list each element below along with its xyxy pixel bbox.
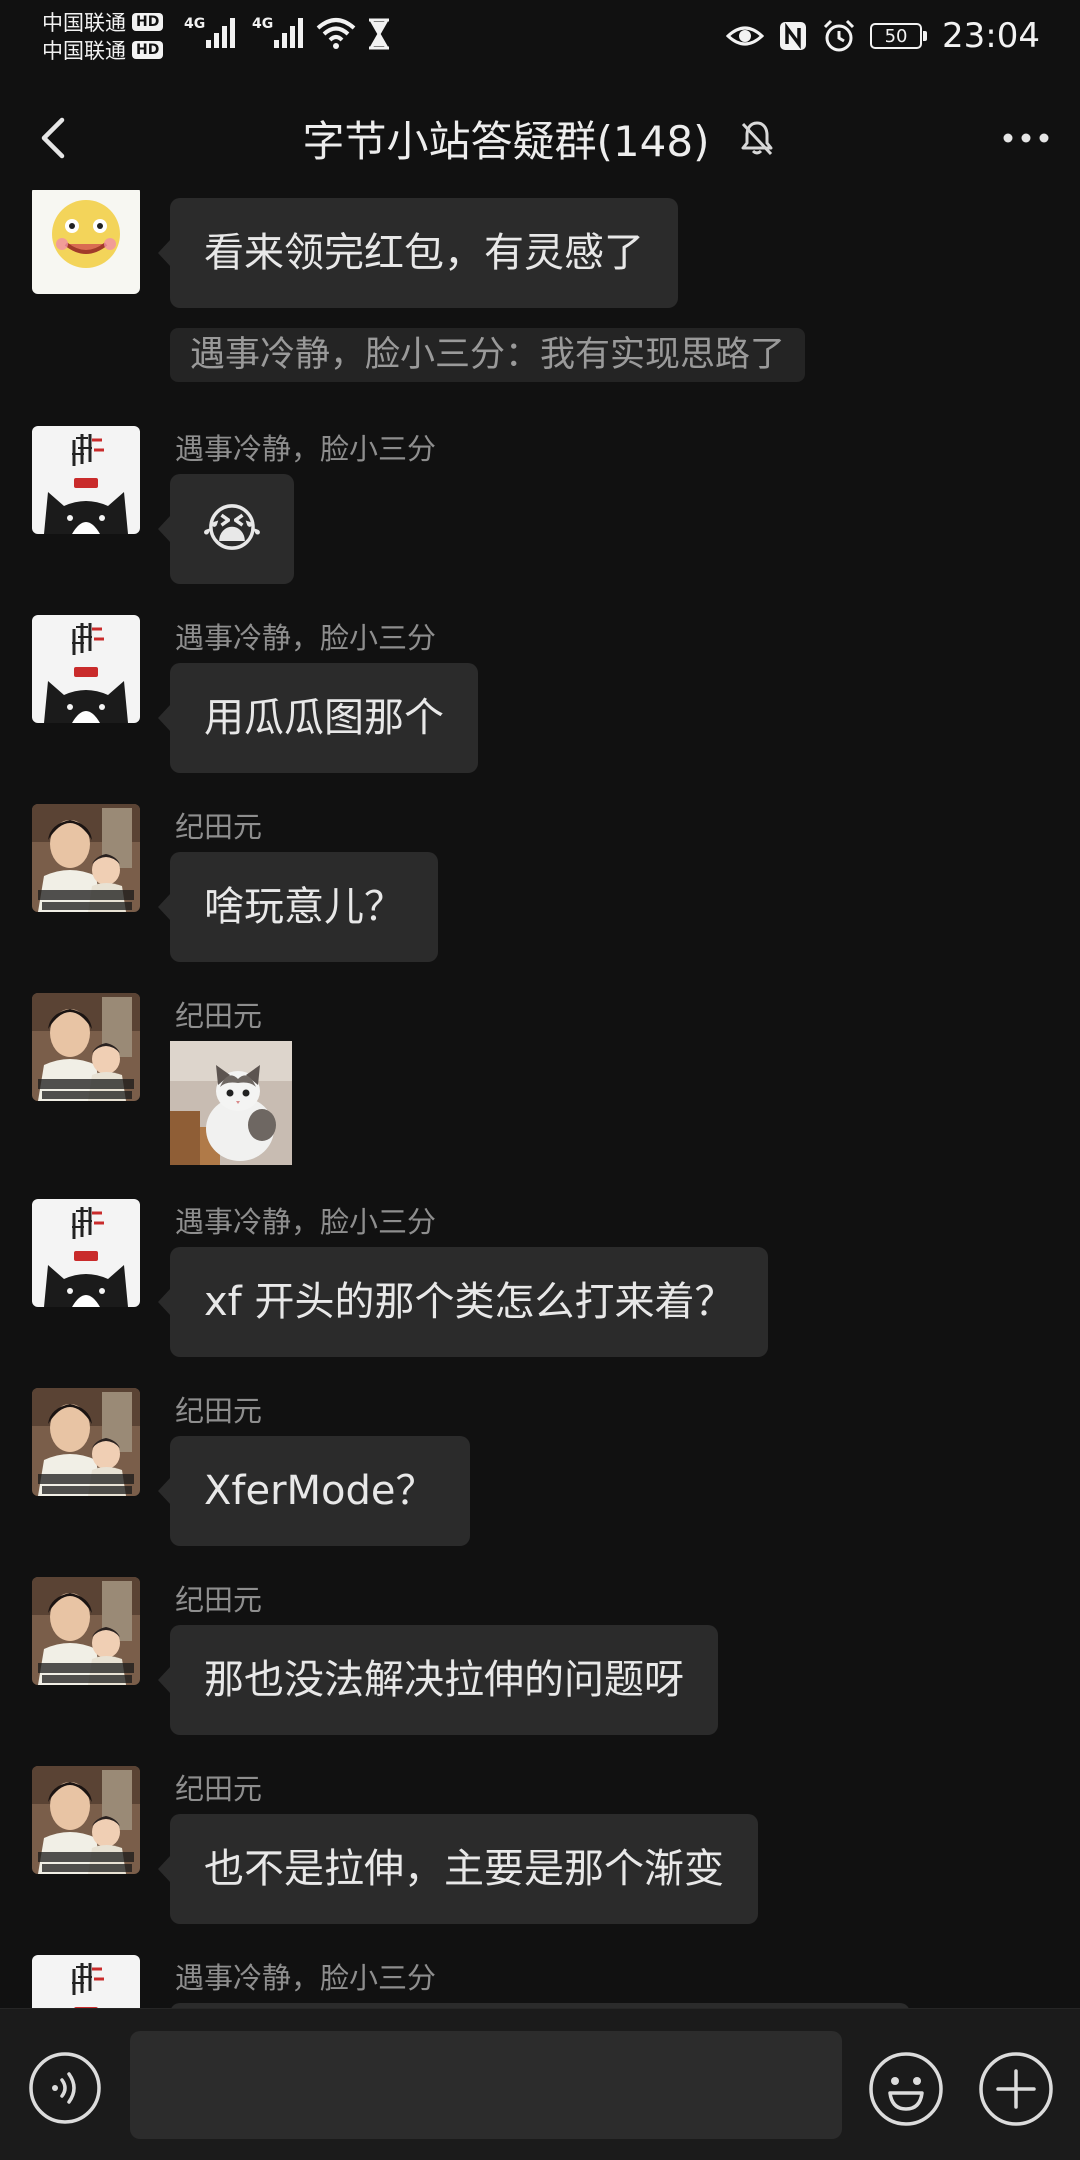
battery-icon: 50 [870,23,928,49]
message-bubble[interactable]: XferMode？ [158,1436,470,1546]
message-item: 遇事冷静，脸小三分 😭 [0,426,1080,586]
sender-avatar-image [32,190,140,294]
sender-avatar-image [32,1577,140,1685]
sender-name: 遇事冷静，脸小三分 [175,1205,437,1239]
quoted-reply[interactable]: 遇事冷静，脸小三分：我有实现思路了 [170,328,806,382]
sender-name: 纪田元 [175,1394,263,1428]
carrier-1: 中国联通 HD [42,8,164,36]
message-list[interactable]: 看来领完红包，有灵感了 遇事冷静，脸小三分：我有实现思路了 遇事冷静，脸小三分 … [0,190,1080,2008]
signal-icon [206,18,235,48]
message-bubble[interactable]: xf 开头的那个类怎么打来着？ [157,1247,769,1357]
message-item: 纪田元 啥玩意儿？ [0,804,1080,964]
sender-avatar-image [32,804,140,912]
message-bubble[interactable]: 也不是拉伸，主要是那个渐变 [158,1814,758,1924]
message-bubble[interactable]: 那也没法解决拉伸的问题呀 [158,1625,718,1735]
voice-input-button[interactable] [28,2051,102,2125]
avatar[interactable] [32,1577,140,1685]
carrier-1-label: 中国联通 [42,11,126,35]
battery-level: 50 [884,25,908,47]
message-input[interactable] [130,2031,842,2139]
sender-name: 纪田元 [175,1583,263,1617]
sender-name: 遇事冷静，脸小三分 [175,432,437,466]
avatar[interactable] [32,426,140,534]
avatar[interactable] [32,1388,140,1496]
mute-icon [741,121,773,156]
eye-comfort-icon [726,26,765,46]
avatar[interactable] [32,1766,140,1874]
message-item: 看来领完红包，有灵感了 遇事冷静，脸小三分：我有实现思路了 [0,190,1080,382]
avatar[interactable] [32,804,140,912]
message-item: 纪田元 [0,993,1080,1173]
sender-avatar-image [32,1199,140,1307]
avatar[interactable] [32,615,140,723]
message-bubble[interactable]: 用瓜瓜图那个 [158,663,478,773]
message-item: 遇事冷静，脸小三分 [0,1955,1080,2008]
avatar[interactable] [32,1955,140,2008]
sender-name: 纪田元 [175,999,263,1033]
message-bubble[interactable]: 啥玩意儿？ [158,852,438,962]
status-time: 23:04 [942,16,1040,56]
avatar[interactable] [32,190,140,294]
alarm-icon [823,19,855,52]
carrier-2-label: 中国联通 [42,39,126,63]
sender-avatar-image [32,1388,140,1496]
sender-avatar-image [32,615,140,723]
hd-badge: HD [132,13,164,31]
carrier-info: 中国联通 HD 中国联通 HD [42,8,164,64]
chat-screen: 中国联通 HD 中国联通 HD 4G 4G 50 23:04 字节小站答疑群(1… [0,0,1080,2160]
sender-avatar-image [32,1766,140,1874]
hourglass-icon [369,18,389,50]
sender-avatar-image [32,993,140,1101]
message-item: 遇事冷静，脸小三分 用瓜瓜图那个 [0,615,1080,775]
page-title: 字节小站答疑群(148) [302,116,710,166]
sender-name: 纪田元 [175,810,263,844]
title-wrap: 字节小站答疑群(148) [0,96,1080,180]
emoji-message[interactable]: 😭 [158,474,294,584]
network-type-2: 4G [252,16,274,32]
input-bar [0,2008,1080,2160]
chat-header: 字节小站答疑群(148) [0,96,1080,180]
message-item: 纪田元 那也没法解决拉伸的问题呀 [0,1577,1080,1737]
sender-avatar-image [32,1955,140,2008]
wifi-icon [316,18,356,49]
status-right: 50 23:04 [726,8,1040,64]
avatar[interactable] [32,1199,140,1307]
sender-name: 纪田元 [175,1772,263,1806]
sender-name: 遇事冷静，脸小三分 [175,1961,437,1995]
more-functions-button[interactable] [978,2051,1054,2127]
message-item: 纪田元 XferMode？ [0,1388,1080,1548]
message-item: 遇事冷静，脸小三分 xf 开头的那个类怎么打来着？ [0,1199,1080,1359]
emoji-button[interactable] [868,2051,944,2127]
sender-avatar-image [32,426,140,534]
status-bar: 中国联通 HD 中国联通 HD 4G 4G 50 23:04 [0,0,1080,72]
message-item: 纪田元 也不是拉伸，主要是那个渐变 [0,1766,1080,1926]
sender-name: 遇事冷静，脸小三分 [175,621,437,655]
nfc-icon [780,22,807,50]
more-options-button[interactable] [998,114,1054,162]
cat-photo-image [170,1041,292,1165]
avatar[interactable] [32,993,140,1101]
network-type-1: 4G [184,16,206,32]
carrier-2: 中国联通 HD [42,36,164,64]
image-message[interactable] [170,1041,292,1165]
message-bubble[interactable]: 看来领完红包，有灵感了 [158,198,678,308]
hd-badge: HD [132,41,164,59]
signal-icon [274,18,303,48]
